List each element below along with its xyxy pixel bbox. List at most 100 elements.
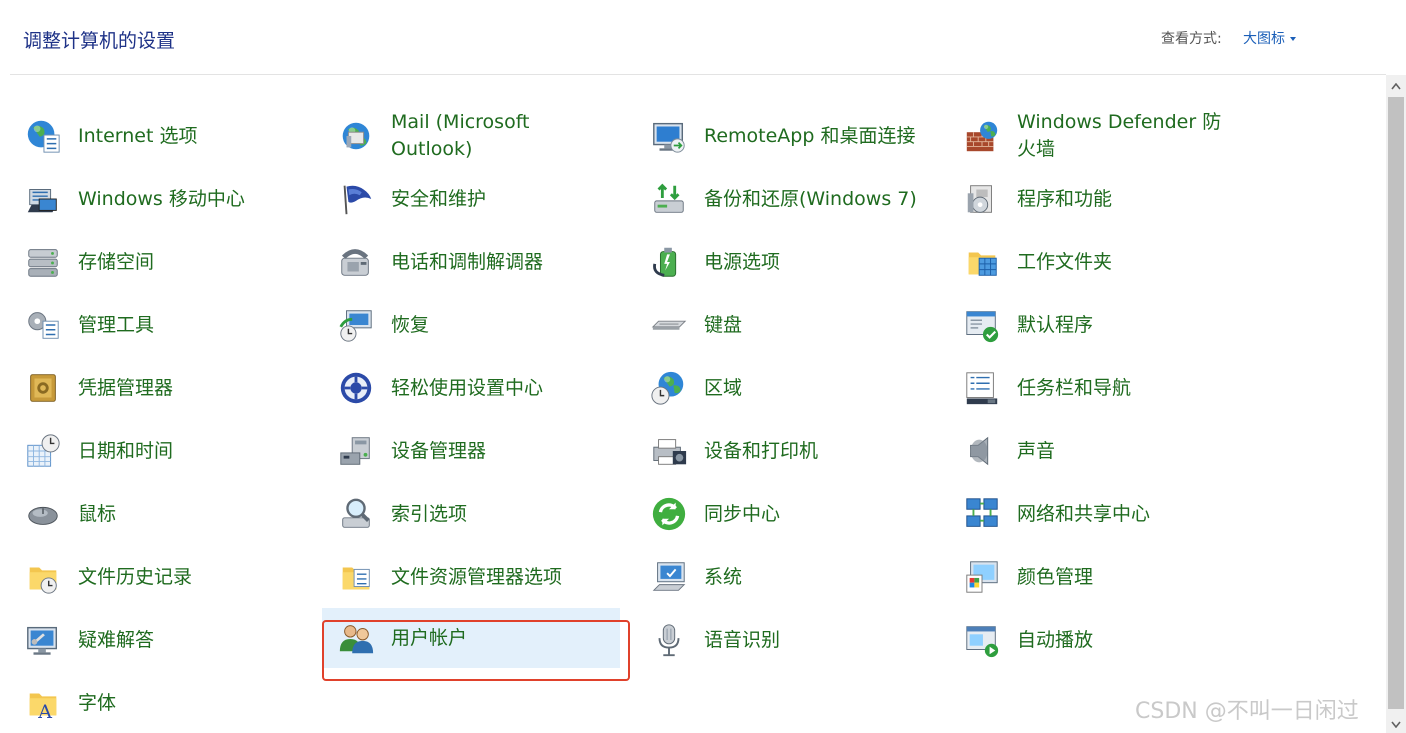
control-panel-item-label[interactable]: RemoteApp 和桌面连接 xyxy=(704,123,926,150)
view-by-value[interactable]: 大图标 xyxy=(1243,31,1285,47)
indexing-icon[interactable] xyxy=(336,494,376,534)
control-panel-item[interactable]: Mail (Microsoft Outlook) xyxy=(313,106,613,166)
system-icon[interactable] xyxy=(649,557,689,597)
control-panel-item-label[interactable]: 默认程序 xyxy=(1017,312,1239,339)
control-panel-item-label[interactable]: 任务栏和导航 xyxy=(1017,375,1239,402)
chevron-down-icon[interactable] xyxy=(1290,37,1296,41)
internet-options-icon[interactable] xyxy=(23,116,63,156)
control-panel-item-label[interactable]: Internet 选项 xyxy=(78,123,300,150)
control-panel-item[interactable]: 设备管理器 xyxy=(313,421,613,481)
control-panel-item[interactable]: 默认程序 xyxy=(939,295,1239,355)
view-by-dropdown[interactable]: 大图标 xyxy=(1243,28,1296,48)
control-panel-item[interactable]: 索引选项 xyxy=(313,484,613,544)
storage-icon[interactable] xyxy=(23,242,63,282)
control-panel-item[interactable]: RemoteApp 和桌面连接 xyxy=(626,106,926,166)
control-panel-item-label[interactable]: 程序和功能 xyxy=(1017,186,1239,213)
control-panel-item[interactable]: 自动播放 xyxy=(939,610,1239,670)
region-icon[interactable] xyxy=(649,368,689,408)
control-panel-item[interactable]: 凭据管理器 xyxy=(0,358,300,418)
control-panel-item[interactable]: 工作文件夹 xyxy=(939,232,1239,292)
control-panel-item-label[interactable]: 文件资源管理器选项 xyxy=(391,564,613,591)
control-panel-item-label[interactable]: 安全和维护 xyxy=(391,186,613,213)
control-panel-item-label[interactable]: Mail (Microsoft Outlook) xyxy=(391,109,613,163)
control-panel-item-label[interactable]: 鼠标 xyxy=(78,501,300,528)
default-programs-icon[interactable] xyxy=(962,305,1002,345)
scroll-up-arrow-icon[interactable] xyxy=(1386,77,1406,95)
printer-icon[interactable] xyxy=(649,431,689,471)
control-panel-item-label[interactable]: 工作文件夹 xyxy=(1017,249,1239,276)
control-panel-item[interactable]: 恢复 xyxy=(313,295,613,355)
control-panel-item-label[interactable]: 字体 xyxy=(78,690,300,717)
control-panel-item[interactable]: 日期和时间 xyxy=(0,421,300,481)
control-panel-item-label[interactable]: 电源选项 xyxy=(704,249,926,276)
control-panel-item[interactable]: 文件历史记录 xyxy=(0,547,300,607)
mouse-icon[interactable] xyxy=(23,494,63,534)
recovery-icon[interactable] xyxy=(336,305,376,345)
control-panel-item[interactable]: 程序和功能 xyxy=(939,169,1239,229)
control-panel-item[interactable]: 轻松使用设置中心 xyxy=(313,358,613,418)
control-panel-item[interactable]: 备份和还原(Windows 7) xyxy=(626,169,926,229)
control-panel-item-label[interactable]: 设备管理器 xyxy=(391,438,613,465)
remoteapp-icon[interactable] xyxy=(649,116,689,156)
sound-icon[interactable] xyxy=(962,431,1002,471)
phone-icon[interactable] xyxy=(336,242,376,282)
control-panel-item[interactable]: 文件资源管理器选项 xyxy=(313,547,613,607)
control-panel-item[interactable]: 任务栏和导航 xyxy=(939,358,1239,418)
control-panel-item[interactable]: 声音 xyxy=(939,421,1239,481)
sync-icon[interactable] xyxy=(649,494,689,534)
control-panel-item-label[interactable]: 索引选项 xyxy=(391,501,613,528)
control-panel-item-label[interactable]: 电话和调制解调器 xyxy=(391,249,613,276)
control-panel-item-label[interactable]: 同步中心 xyxy=(704,501,926,528)
control-panel-item[interactable]: 电话和调制解调器 xyxy=(313,232,613,292)
control-panel-item-label[interactable]: 管理工具 xyxy=(78,312,300,339)
power-icon[interactable] xyxy=(649,242,689,282)
control-panel-item-label[interactable]: 键盘 xyxy=(704,312,926,339)
control-panel-item[interactable]: 键盘 xyxy=(626,295,926,355)
vertical-scrollbar[interactable] xyxy=(1386,75,1406,733)
control-panel-item-label[interactable]: 疑难解答 xyxy=(78,627,300,654)
control-panel-item-label[interactable]: 设备和打印机 xyxy=(704,438,926,465)
control-panel-item-label[interactable]: 区域 xyxy=(704,375,926,402)
control-panel-item[interactable]: 电源选项 xyxy=(626,232,926,292)
control-panel-item-label[interactable]: Windows 移动中心 xyxy=(78,186,300,213)
device-manager-icon[interactable] xyxy=(336,431,376,471)
security-flag-icon[interactable] xyxy=(336,179,376,219)
control-panel-item[interactable]: Internet 选项 xyxy=(0,106,300,166)
user-accounts-icon[interactable] xyxy=(336,618,376,658)
control-panel-item[interactable]: 安全和维护 xyxy=(313,169,613,229)
mobility-center-icon[interactable] xyxy=(23,179,63,219)
keyboard-icon[interactable] xyxy=(649,305,689,345)
taskbar-icon[interactable] xyxy=(962,368,1002,408)
explorer-options-icon[interactable] xyxy=(336,557,376,597)
control-panel-item-label[interactable]: 恢复 xyxy=(391,312,613,339)
control-panel-item[interactable]: 颜色管理 xyxy=(939,547,1239,607)
firewall-icon[interactable] xyxy=(962,116,1002,156)
color-management-icon[interactable] xyxy=(962,557,1002,597)
control-panel-item[interactable]: 疑难解答 xyxy=(0,610,300,670)
scroll-thumb[interactable] xyxy=(1388,97,1404,709)
control-panel-item-label[interactable]: 声音 xyxy=(1017,438,1239,465)
control-panel-item[interactable]: 语音识别 xyxy=(626,610,926,670)
control-panel-item[interactable]: 存储空间 xyxy=(0,232,300,292)
control-panel-item[interactable]: 系统 xyxy=(626,547,926,607)
control-panel-item[interactable]: 网络和共享中心 xyxy=(939,484,1239,544)
credential-icon[interactable] xyxy=(23,368,63,408)
microphone-icon[interactable] xyxy=(649,620,689,660)
control-panel-item-label[interactable]: 日期和时间 xyxy=(78,438,300,465)
control-panel-item[interactable]: 用户帐户 xyxy=(322,608,620,668)
backup-icon[interactable] xyxy=(649,179,689,219)
control-panel-item-label[interactable]: 网络和共享中心 xyxy=(1017,501,1239,528)
control-panel-item[interactable]: A 字体 xyxy=(0,673,300,733)
control-panel-item[interactable]: 区域 xyxy=(626,358,926,418)
admin-tools-icon[interactable] xyxy=(23,305,63,345)
control-panel-item-label[interactable]: 轻松使用设置中心 xyxy=(391,375,613,402)
programs-icon[interactable] xyxy=(962,179,1002,219)
control-panel-item-label[interactable]: 语音识别 xyxy=(704,627,926,654)
control-panel-item[interactable]: Windows Defender 防火墙 xyxy=(939,106,1239,166)
troubleshoot-icon[interactable] xyxy=(23,620,63,660)
control-panel-item-label[interactable]: 自动播放 xyxy=(1017,627,1239,654)
fonts-icon[interactable]: A xyxy=(23,683,63,723)
control-panel-item-label[interactable]: 系统 xyxy=(704,564,926,591)
control-panel-item[interactable]: 管理工具 xyxy=(0,295,300,355)
ease-of-access-icon[interactable] xyxy=(336,368,376,408)
